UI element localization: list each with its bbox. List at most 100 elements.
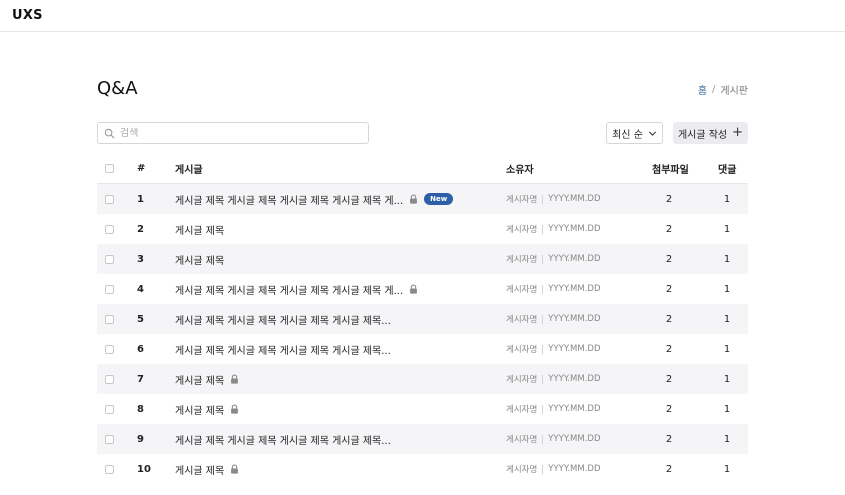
breadcrumb-separator: / [712,84,716,95]
sort-dropdown[interactable]: 최신 순 [606,122,663,144]
select-all-checkbox[interactable] [105,164,114,173]
row-author: 게시자명 [506,225,538,235]
write-post-button[interactable]: 게시글 작성 + [673,122,748,144]
row-title-cell: 게시글 제목 게시글 제목 게시글 제목 게시글 제목... [175,342,391,357]
row-attachments: 2 [665,283,673,295]
table-row[interactable]: 9 게시글 제목 게시글 제목 게시글 제목 게시글 제목... 게시자명 YYYY.… [97,424,748,454]
board-table: # 게시글 소유자 첨부파일 댓글 1 게시글 제목 게시글 제목 게시글 제목 … [97,154,748,484]
row-number: 7 [137,373,144,385]
owner-divider [542,254,544,264]
plus-icon: + [732,125,744,140]
breadcrumb-current: 게시판 [720,86,748,97]
row-owner: 게시자명 YYYY.MM.DD [506,403,601,415]
breadcrumb: 홈 / 게시판 [698,82,748,97]
search-input[interactable] [120,127,350,139]
row-comments: 1 [723,463,731,475]
row-owner: 게시자명 YYYY.MM.DD [506,433,601,445]
chevron-down-icon [648,131,656,136]
table-row[interactable]: 2 게시글 제목 게시자명 YYYY.MM.DD 2 1 [97,214,748,244]
header-comments: 댓글 [718,165,737,176]
row-comments: 1 [723,343,731,355]
row-comments: 1 [723,253,731,265]
row-number: 3 [137,253,144,265]
row-date: YYYY.MM.DD [548,344,601,354]
row-checkbox[interactable] [105,314,114,324]
row-attachments: 2 [665,253,673,265]
logo[interactable]: UXS [12,8,43,23]
table-row[interactable]: 1 게시글 제목 게시글 제목 게시글 제목 게시글 제목 게... New 게시자명… [97,184,748,214]
table-row[interactable]: 3 게시글 제목 게시자명 YYYY.MM.DD 2 1 [97,244,748,274]
row-date: YYYY.MM.DD [548,434,601,444]
row-title-link[interactable]: 게시글 제목 게시글 제목 게시글 제목 게시글 제목 게... [175,192,403,207]
row-date: YYYY.MM.DD [548,374,601,384]
row-comments: 1 [723,433,731,445]
sort-label: 최신 순 [612,129,643,141]
row-owner: 게시자명 YYYY.MM.DD [506,223,601,235]
row-comments: 1 [723,313,731,325]
row-title-cell: 게시글 제목 게시글 제목 게시글 제목 게시글 제목... [175,312,391,327]
row-comments: 1 [723,373,731,385]
row-attachments: 2 [665,343,673,355]
row-title-cell: 게시글 제목 게시글 제목 게시글 제목 게시글 제목 게... New [175,192,454,207]
owner-divider [542,194,544,204]
row-number: 1 [137,193,144,205]
breadcrumb-home[interactable]: 홈 [698,82,707,97]
search-box[interactable] [97,122,369,144]
row-title-link[interactable]: 게시글 제목 [175,222,224,237]
row-title-link[interactable]: 게시글 제목 게시글 제목 게시글 제목 게시글 제목 게... [175,282,403,297]
table-header: # 게시글 소유자 첨부파일 댓글 [97,154,748,184]
row-number: 10 [137,463,151,475]
row-date: YYYY.MM.DD [548,404,601,414]
row-title-link[interactable]: 게시글 제목 [175,462,224,477]
row-title-link[interactable]: 게시글 제목 게시글 제목 게시글 제목 게시글 제목... [175,432,391,447]
lock-icon [410,284,418,294]
row-number: 5 [137,313,144,325]
row-title-link[interactable]: 게시글 제목 게시글 제목 게시글 제목 게시글 제목... [175,312,391,327]
row-author: 게시자명 [506,405,538,415]
row-checkbox[interactable] [105,434,114,444]
row-title-link[interactable]: 게시글 제목 [175,402,224,417]
owner-divider [542,404,544,414]
row-number: 8 [137,403,144,415]
page-title: Q&A [97,78,138,99]
table-row[interactable]: 7 게시글 제목 게시자명 YYYY.MM.DD 2 1 [97,364,748,394]
table-row[interactable]: 4 게시글 제목 게시글 제목 게시글 제목 게시글 제목 게... 게시자명 YYY… [97,274,748,304]
row-owner: 게시자명 YYYY.MM.DD [506,313,601,325]
row-attachments: 2 [665,403,673,415]
lock-icon [231,374,239,384]
row-date: YYYY.MM.DD [548,224,601,234]
table-row[interactable]: 6 게시글 제목 게시글 제목 게시글 제목 게시글 제목... 게시자명 YYYY.… [97,334,748,364]
row-owner: 게시자명 YYYY.MM.DD [506,463,601,475]
row-checkbox[interactable] [105,404,114,414]
row-owner: 게시자명 YYYY.MM.DD [506,283,601,295]
table-row[interactable]: 5 게시글 제목 게시글 제목 게시글 제목 게시글 제목... 게시자명 YYYY.… [97,304,748,334]
row-checkbox[interactable] [105,374,114,384]
row-checkbox[interactable] [105,254,114,264]
row-author: 게시자명 [506,195,538,205]
row-number: 6 [137,343,144,355]
row-comments: 1 [723,223,731,235]
header-owner: 소유자 [506,165,534,176]
row-checkbox[interactable] [105,224,114,234]
lock-icon [410,194,418,204]
table-row[interactable]: 10 게시글 제목 게시자명 YYYY.MM.DD 2 1 [97,454,748,484]
row-number: 2 [137,223,144,235]
row-attachments: 2 [665,223,673,235]
row-title-cell: 게시글 제목 [175,222,224,237]
row-checkbox[interactable] [105,194,114,204]
row-number: 9 [137,433,144,445]
header-title: 게시글 [175,165,203,176]
row-title-link[interactable]: 게시글 제목 게시글 제목 게시글 제목 게시글 제목... [175,342,391,357]
row-checkbox[interactable] [105,284,114,294]
row-owner: 게시자명 YYYY.MM.DD [506,373,601,385]
owner-divider [542,464,544,474]
table-row[interactable]: 8 게시글 제목 게시자명 YYYY.MM.DD 2 1 [97,394,748,424]
row-owner: 게시자명 YYYY.MM.DD [506,193,601,205]
row-checkbox[interactable] [105,344,114,354]
row-number: 4 [137,283,144,295]
row-date: YYYY.MM.DD [548,254,601,264]
row-title-link[interactable]: 게시글 제목 [175,372,224,387]
row-checkbox[interactable] [105,464,114,474]
row-owner: 게시자명 YYYY.MM.DD [506,253,601,265]
row-title-link[interactable]: 게시글 제목 [175,252,224,267]
